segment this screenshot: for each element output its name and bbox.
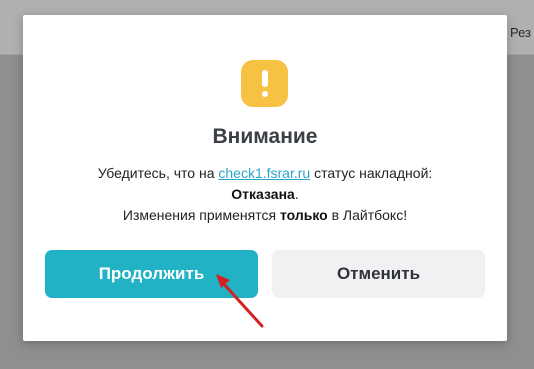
dialog-title: Внимание: [212, 125, 318, 148]
message-line-1-prefix: Убедитесь, что на: [97, 165, 219, 181]
warning-icon: [241, 60, 288, 107]
dialog-message: Убедитесь, что на check1.fsrar.ru статус…: [23, 163, 507, 226]
message-line-2: Отказана.: [23, 184, 507, 205]
message-line-1: Убедитесь, что на check1.fsrar.ru статус…: [23, 163, 507, 184]
message-line-3-emphasis: только: [279, 207, 328, 223]
exclamation-dot: [262, 91, 268, 97]
message-line-3: Изменения применятся только в Лайтбокс!: [23, 205, 507, 226]
status-value: Отказана: [231, 186, 295, 202]
background-tab-label[interactable]: Рез: [510, 25, 531, 40]
message-line-1-suffix: статус накладной:: [310, 165, 433, 181]
fsrar-link[interactable]: check1.fsrar.ru: [218, 165, 310, 181]
message-line-3-suffix: в Лайтбокс!: [327, 207, 408, 223]
message-line-3-prefix: Изменения применятся: [122, 207, 280, 223]
cancel-button[interactable]: Отменить: [272, 250, 485, 298]
status-period: .: [294, 186, 299, 202]
annotation-arrow-icon: [216, 274, 264, 328]
exclamation-bar: [262, 70, 268, 87]
